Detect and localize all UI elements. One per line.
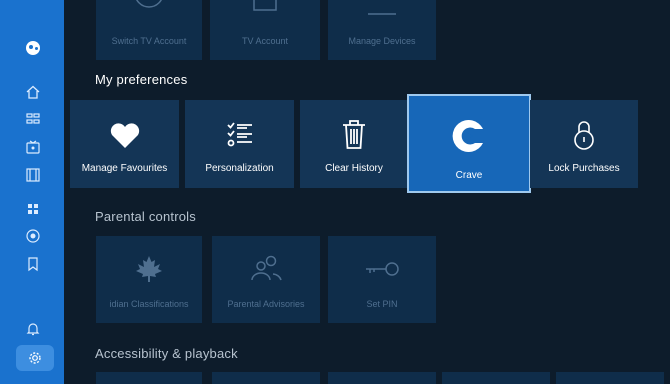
tv-account-tile[interactable]: TV Account — [210, 0, 320, 60]
tv-account-icon — [253, 0, 277, 11]
record-icon[interactable] — [24, 227, 42, 245]
section-heading: My preferences — [95, 72, 188, 87]
tile-label: TV Account — [241, 36, 289, 46]
crave-logo-icon — [452, 120, 483, 152]
sidebar — [0, 0, 64, 384]
key-icon — [366, 262, 399, 276]
tile-label: Manage Devices — [348, 36, 416, 46]
lock-icon — [574, 121, 594, 150]
apps-icon[interactable] — [24, 200, 42, 218]
switch-account-icon — [136, 0, 162, 8]
settings-content: Switch TV Account TV Account Manage Devi… — [64, 0, 670, 384]
heart-icon — [110, 123, 139, 148]
lock-purchases-tile[interactable]: Lock Purchases — [530, 100, 638, 188]
trash-icon — [343, 120, 365, 149]
accessibility-tile[interactable] — [328, 372, 436, 384]
canadian-classifications-tile[interactable]: idian Classifications — [96, 236, 202, 323]
tile-label: Crave — [455, 170, 483, 181]
set-pin-tile[interactable]: Set PIN — [328, 236, 436, 323]
tile-label: idian Classifications — [109, 299, 189, 309]
tile-label: Clear History — [325, 163, 383, 174]
tile-label: Set PIN — [366, 299, 398, 309]
people-icon — [251, 255, 282, 281]
profile-avatar[interactable] — [26, 41, 40, 55]
manage-devices-tile[interactable]: Manage Devices — [328, 0, 436, 60]
accessibility-tile[interactable] — [556, 372, 664, 384]
accessibility-tile[interactable] — [442, 372, 550, 384]
accessibility-tile[interactable] — [212, 372, 320, 384]
section-heading: Accessibility & playback — [95, 346, 238, 361]
accessibility-tile[interactable] — [96, 372, 202, 384]
bell-icon[interactable] — [24, 320, 42, 338]
tile-label: Lock Purchases — [548, 163, 620, 174]
manage-favourites-tile[interactable]: Manage Favourites — [70, 100, 179, 188]
settings-button[interactable] — [16, 345, 54, 371]
tile-label: Personalization — [205, 163, 274, 174]
movies-icon[interactable] — [24, 166, 42, 184]
crave-tile[interactable]: Crave — [407, 94, 531, 193]
gear-icon — [29, 352, 41, 364]
parental-advisories-tile[interactable]: Parental Advisories — [212, 236, 320, 323]
guide-icon[interactable] — [24, 110, 42, 128]
clear-history-tile[interactable]: Clear History — [300, 100, 408, 188]
section-heading: Parental controls — [95, 209, 196, 224]
devices-icon — [368, 13, 396, 15]
tile-label: Switch TV Account — [111, 36, 187, 46]
personalization-tile[interactable]: Personalization — [185, 100, 294, 188]
maple-leaf-icon — [136, 256, 162, 282]
tile-label: Manage Favourites — [81, 163, 168, 174]
bookmark-icon[interactable] — [24, 255, 42, 273]
home-icon[interactable] — [24, 83, 42, 101]
tile-label: Parental Advisories — [227, 299, 305, 309]
switch-tv-account-tile[interactable]: Switch TV Account — [96, 0, 202, 60]
live-tv-icon[interactable] — [24, 138, 42, 156]
checklist-icon — [226, 122, 252, 147]
